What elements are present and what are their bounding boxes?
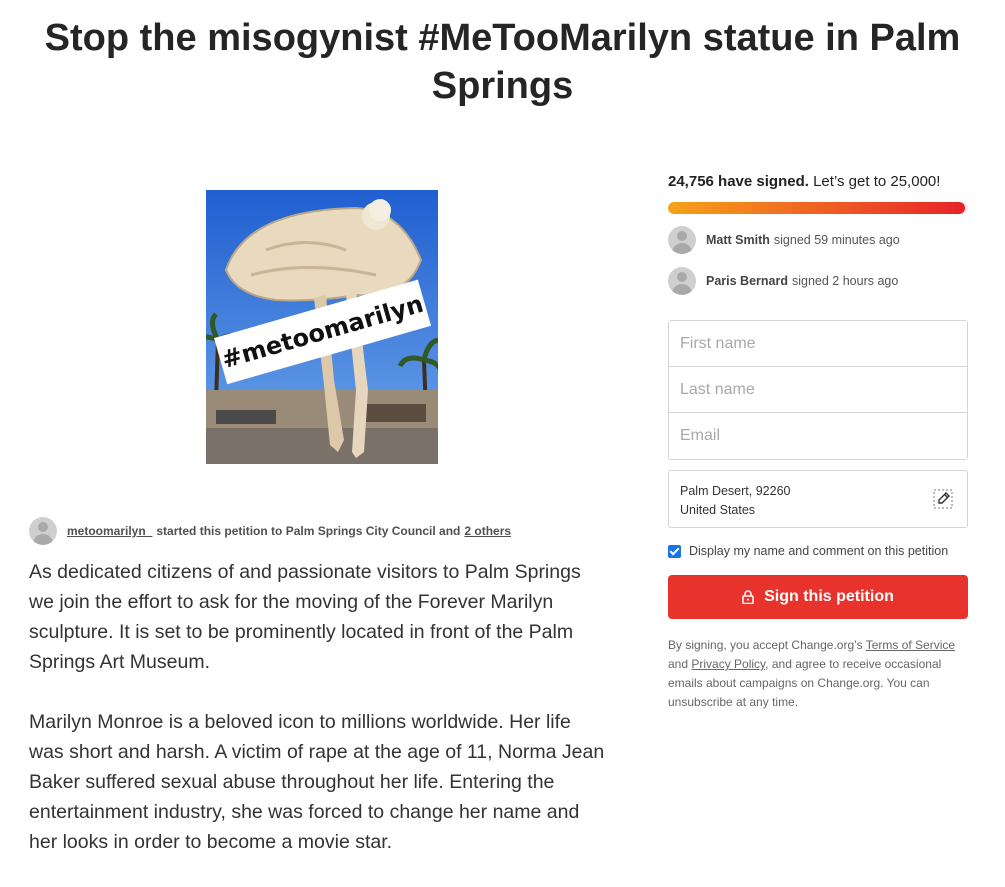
description-paragraph: As dedicated citizens of and passionate …	[29, 561, 581, 673]
location-city: Palm Desert, 92260	[680, 484, 791, 498]
recent-signer: Matt Smith signed 59 minutes ago	[668, 225, 968, 255]
signer-details-form	[668, 320, 968, 460]
terms-of-service-link[interactable]: Terms of Service	[866, 638, 955, 652]
display-name-checkbox[interactable]	[668, 544, 681, 558]
display-name-option: Display my name and comment on this peti…	[668, 544, 968, 558]
sign-petition-button[interactable]: Sign this petition	[668, 575, 968, 619]
lock-icon	[742, 590, 754, 604]
email-field[interactable]	[669, 413, 967, 459]
petition-description: As dedicated citizens of and passionate …	[29, 557, 609, 887]
sign-panel: 24,756 have signed. Let’s get to 25,000!…	[668, 170, 968, 712]
signer-name: Matt Smith	[706, 233, 770, 247]
marilyn-statue-photo: #metoomarilyn	[206, 190, 438, 464]
first-name-field[interactable]	[669, 321, 967, 367]
description-paragraph: Marilyn Monroe is a beloved icon to mill…	[29, 711, 605, 853]
signature-count: 24,756 have signed. Let’s get to 25,000!	[668, 170, 968, 194]
legal-and: and	[668, 657, 689, 671]
petition-title: Stop the misogynist #MeTooMarilyn statue…	[44, 17, 961, 107]
starter-username-link[interactable]: metoomarilyn_	[67, 524, 152, 538]
edit-pencil-icon[interactable]	[933, 489, 953, 509]
location-country: United States	[680, 503, 756, 517]
others-link[interactable]: 2 others	[464, 524, 511, 538]
last-name-field[interactable]	[669, 367, 967, 413]
avatar-placeholder-icon	[668, 226, 696, 254]
legal-prefix: By signing, you accept Change.org’s	[668, 638, 863, 652]
location-box: Palm Desert, 92260 United States	[668, 470, 968, 528]
recent-signer: Paris Bernard signed 2 hours ago	[668, 266, 968, 296]
petition-image: #metoomarilyn	[206, 190, 438, 464]
sign-button-label: Sign this petition	[764, 588, 894, 605]
legal-notice: By signing, you accept Change.org’s Term…	[668, 636, 968, 712]
avatar-placeholder-icon	[29, 517, 57, 545]
progress-fill	[668, 202, 965, 214]
signer-time: signed 2 hours ago	[791, 274, 899, 288]
signed-count-text: 24,756 have signed.	[668, 173, 809, 190]
goal-text: Let’s get to 25,000!	[813, 173, 941, 190]
privacy-policy-link[interactable]: Privacy Policy	[691, 657, 765, 671]
signer-time: signed 59 minutes ago	[773, 233, 900, 247]
display-name-label: Display my name and comment on this peti…	[689, 544, 949, 558]
starter-action-text: started this petition to Palm Springs Ci…	[156, 524, 461, 538]
avatar-placeholder-icon	[668, 267, 696, 295]
petition-starter: metoomarilyn_ started this petition to P…	[29, 517, 619, 545]
signer-name: Paris Bernard	[706, 274, 788, 288]
signature-progress-bar	[668, 202, 968, 214]
